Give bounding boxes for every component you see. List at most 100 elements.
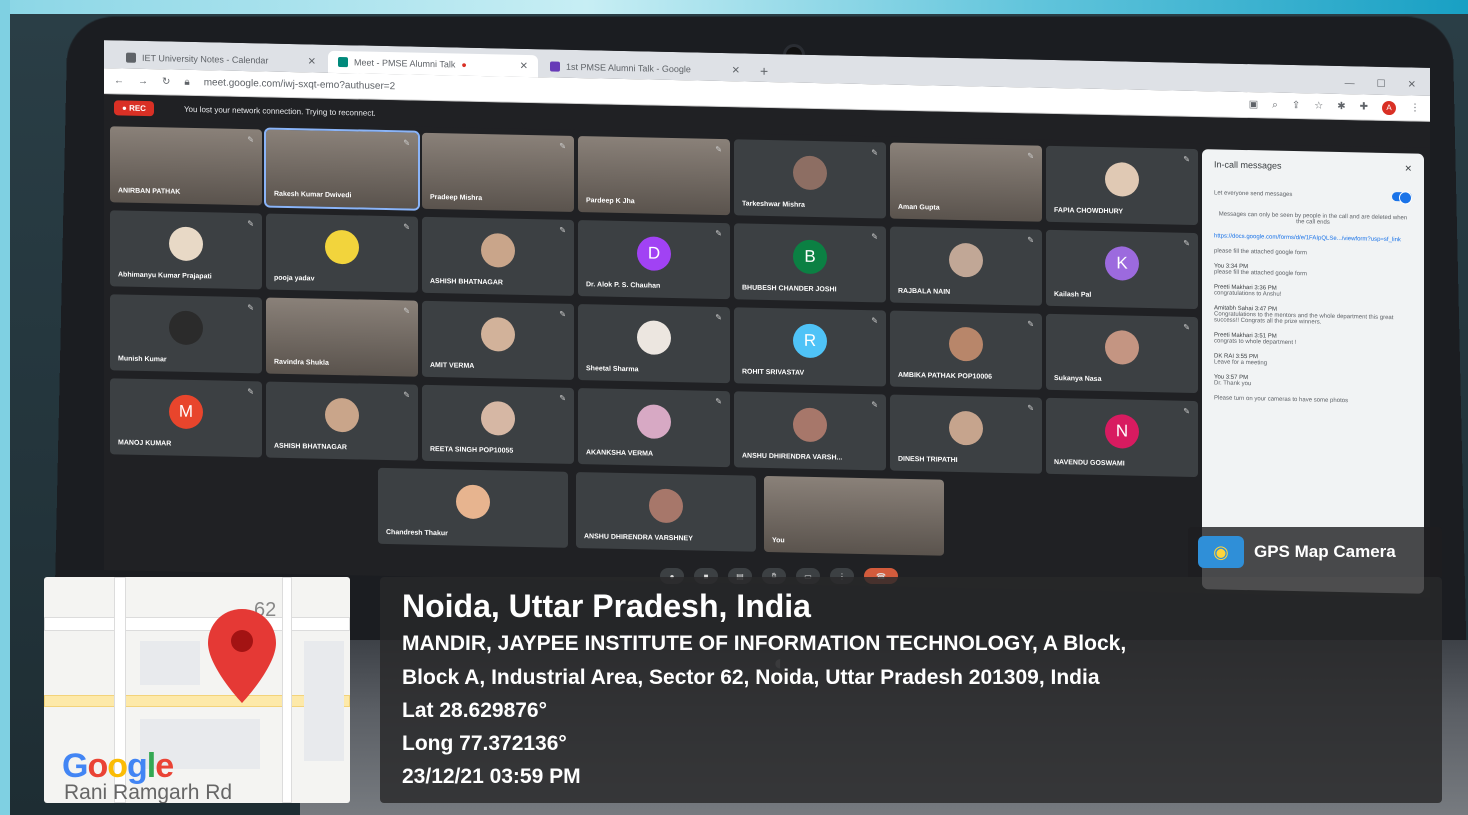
tab-calendar[interactable]: IET University Notes - Calendar ✕ [116, 46, 326, 72]
pin-icon[interactable]: ✎ [247, 303, 254, 312]
share-icon[interactable]: ⇪ [1292, 100, 1300, 111]
gps-address-line2: Block A, Industrial Area, Sector 62, Noi… [402, 666, 1100, 689]
participant-avatar [481, 232, 515, 268]
participant-tile[interactable]: You [764, 475, 944, 556]
pin-icon[interactable]: ✎ [1027, 151, 1034, 160]
participant-tile[interactable]: ✎ ANIRBAN PATHAK [110, 126, 262, 206]
participant-tile[interactable]: ✎ ASHISH BHATNAGAR [422, 216, 574, 296]
participant-avatar: D [637, 236, 671, 271]
chat-link[interactable]: https://docs.google.com/forms/d/e/1FAIpQ… [1214, 233, 1412, 243]
participant-tile[interactable]: Chandresh Thakur [378, 467, 568, 548]
url-field[interactable]: meet.google.com/iwj-sxqt-emo?authuser=2 [204, 77, 395, 92]
participant-tile[interactable]: ✎ Abhimanyu Kumar Prajapati [110, 210, 262, 290]
participant-name: MANOJ KUMAR [118, 439, 172, 448]
close-icon[interactable]: ✕ [520, 60, 528, 71]
cast-icon[interactable]: ▣ [1249, 99, 1258, 110]
participant-tile[interactable]: ✎ ASHISH BHATNAGAR [266, 381, 418, 461]
pin-icon[interactable]: ✎ [1027, 319, 1034, 328]
participant-tile[interactable]: ✎ ANSHU DHIRENDRA VARSH... [734, 391, 886, 471]
new-tab-button[interactable]: + [752, 60, 776, 83]
participant-avatar [169, 226, 203, 262]
pin-icon[interactable]: ✎ [871, 400, 878, 409]
close-icon[interactable]: ✕ [1404, 163, 1412, 174]
pin-icon[interactable]: ✎ [403, 390, 410, 399]
participant-tile[interactable]: ✎ Aman Gupta [890, 142, 1042, 222]
pin-icon[interactable]: ✎ [1183, 407, 1190, 416]
pin-icon[interactable]: ✎ [559, 394, 566, 403]
close-icon[interactable]: ✕ [308, 56, 316, 67]
participant-tile[interactable]: N ✎ NAVENDU GOSWAMI [1046, 397, 1198, 478]
chat-message: Preeti Makhari 3:36 PM congratulations to… [1214, 284, 1412, 300]
participant-name: Kailash Pal [1054, 291, 1092, 299]
participant-tile[interactable]: D ✎ Dr. Alok P. S. Chauhan [578, 220, 730, 300]
participant-tile[interactable]: ✎ Pardeep K Jha [578, 136, 730, 216]
participant-tile[interactable]: ✎ Munish Kumar [110, 294, 262, 374]
extension-icon[interactable]: ✱ [1337, 101, 1345, 112]
participant-tile[interactable]: ✎ AKANKSHA VERMA [578, 388, 730, 468]
participant-tile[interactable]: ✎ DINESH TRIPATHI [890, 394, 1042, 474]
close-window-icon[interactable]: ✕ [1408, 79, 1416, 90]
reload-icon[interactable]: ↻ [162, 76, 170, 87]
pin-icon[interactable]: ✎ [403, 306, 410, 315]
close-icon[interactable]: ✕ [732, 65, 740, 76]
participant-tile[interactable]: ✎ Ravindra Shukla [266, 297, 418, 377]
map-street-label: Rani Ramgarh Rd [64, 781, 233, 803]
pin-icon[interactable]: ✎ [247, 219, 254, 228]
pin-icon[interactable]: ✎ [559, 226, 566, 235]
participant-tile[interactable]: ✎ RAJBALA NAIN [890, 226, 1042, 306]
pin-icon[interactable]: ✎ [1027, 235, 1034, 244]
participant-tile[interactable]: B ✎ BHUBESH CHANDER JOSHI [734, 223, 886, 303]
profile-avatar[interactable]: A [1382, 100, 1396, 115]
menu-icon[interactable]: ⋮ [1410, 102, 1420, 113]
back-icon[interactable]: ← [114, 75, 124, 86]
minimize-icon[interactable]: — [1345, 78, 1355, 89]
participant-tile[interactable]: R ✎ ROHIT SRIVASTAV [734, 307, 886, 387]
participant-tile[interactable]: K ✎ Kailash Pal [1046, 229, 1198, 310]
pin-icon[interactable]: ✎ [1183, 323, 1190, 332]
pin-icon[interactable]: ✎ [247, 387, 254, 396]
toolbar-icons: ▣ ⌕ ⇪ ☆ ✱ ✚ A ⋮ [1249, 98, 1420, 116]
participant-avatar [481, 316, 515, 352]
participant-tile[interactable]: ✎ Rakesh Kumar Dwivedi [264, 127, 420, 211]
chat-message: You 3:57 PM Dr. Thank you [1214, 374, 1412, 390]
chat-text: Congratulations to the mentors and the w… [1214, 311, 1394, 326]
pin-icon[interactable]: ✎ [715, 313, 722, 322]
participant-tile[interactable]: ✎ REETA SINGH POP10055 [422, 384, 574, 464]
pin-icon[interactable]: ✎ [403, 222, 410, 231]
pin-icon[interactable]: ✎ [403, 138, 410, 147]
participant-tile[interactable]: M ✎ MANOJ KUMAR [110, 378, 262, 458]
participant-avatar [637, 320, 671, 355]
participant-tile[interactable]: ✎ FAPIA CHOWDHURY [1046, 145, 1198, 226]
forward-icon[interactable]: → [138, 76, 148, 87]
pin-icon[interactable]: ✎ [715, 397, 722, 406]
participant-tile[interactable]: ANSHU DHIRENDRA VARSHNEY [576, 471, 756, 552]
pin-icon[interactable]: ✎ [871, 232, 878, 241]
map-pin-icon [208, 609, 276, 703]
participant-tile[interactable]: ✎ AMIT VERMA [422, 300, 574, 380]
pin-icon[interactable]: ✎ [715, 229, 722, 238]
participant-name: AMBIKA PATHAK POP10006 [898, 371, 993, 381]
pin-icon[interactable]: ✎ [1183, 155, 1190, 164]
tab-forms[interactable]: 1st PMSE Alumni Talk - Google ✕ [540, 55, 750, 81]
pin-icon[interactable]: ✎ [559, 142, 566, 151]
search-icon[interactable]: ⌕ [1272, 100, 1278, 111]
participant-tile[interactable]: ✎ Pradeep Mishra [422, 132, 574, 212]
pin-icon[interactable]: ✎ [871, 148, 878, 157]
pin-icon[interactable]: ✎ [715, 145, 722, 154]
pin-icon[interactable]: ✎ [1027, 403, 1034, 412]
chat-text: please fill the attached google form [1214, 269, 1308, 278]
pin-icon[interactable]: ✎ [871, 316, 878, 325]
pin-icon[interactable]: ✎ [1183, 239, 1190, 248]
tab-meet[interactable]: Meet - PMSE Alumni Talk ● ✕ [328, 50, 538, 78]
maximize-icon[interactable]: ☐ [1377, 78, 1386, 89]
puzzle-icon[interactable]: ✚ [1360, 101, 1368, 112]
pin-icon[interactable]: ✎ [247, 135, 254, 144]
participant-tile[interactable]: ✎ Tarkeshwar Mishra [734, 139, 886, 219]
participant-tile[interactable]: ✎ Sukanya Nasa [1046, 313, 1198, 394]
participant-tile[interactable]: ✎ pooja yadav [266, 213, 418, 293]
participant-tile[interactable]: ✎ Sheetal Sharma [578, 304, 730, 384]
pin-icon[interactable]: ✎ [559, 310, 566, 319]
send-messages-toggle[interactable] [1392, 192, 1412, 202]
participant-tile[interactable]: ✎ AMBIKA PATHAK POP10006 [890, 310, 1042, 390]
star-icon[interactable]: ☆ [1314, 100, 1323, 111]
